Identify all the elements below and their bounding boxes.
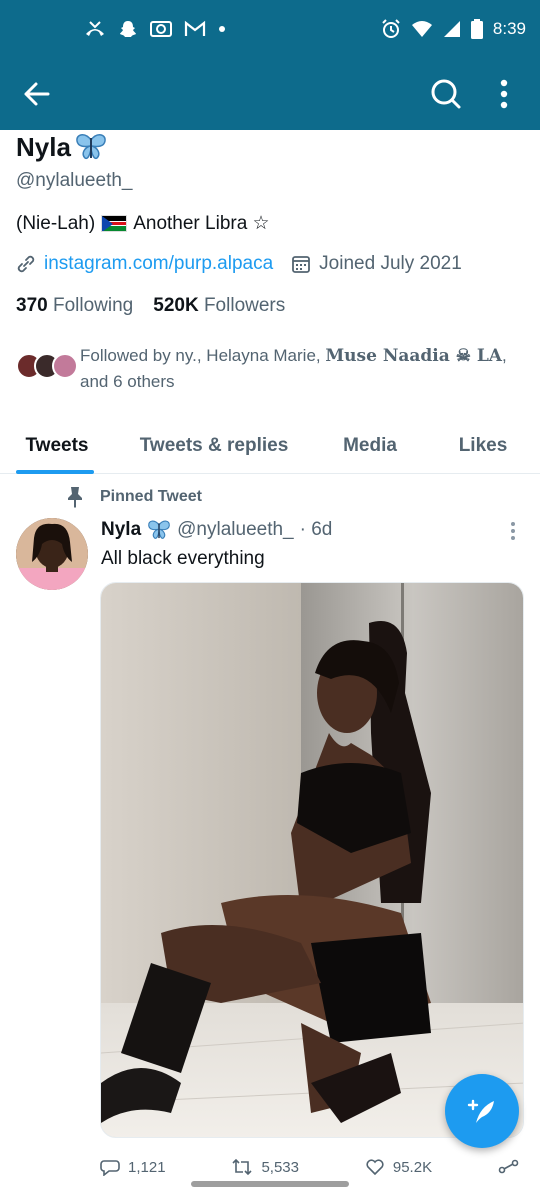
snapchat-icon: [120, 21, 136, 37]
bio-prefix: (Nie-Lah): [16, 212, 96, 234]
profile-handle: @nylalueeth_: [16, 170, 133, 191]
share-icon: [498, 1159, 519, 1174]
profile-name: Nyla: [16, 131, 71, 162]
south-sudan-flag-icon: [101, 215, 128, 232]
tab-tweets-replies[interactable]: Tweets & replies: [114, 418, 314, 474]
calendar-icon: [292, 256, 311, 273]
reply-count: 1,121: [128, 1158, 166, 1176]
reply-icon: [100, 1160, 120, 1176]
heart-icon: [366, 1159, 384, 1176]
dot-icon: [219, 26, 225, 32]
profile-info: Nyla @nylalueeth_ (Nie-Lah) Another Libr…: [16, 130, 526, 395]
back-arrow-icon: [24, 82, 50, 106]
joined-date: Joined July 2021: [319, 253, 462, 274]
tab-label: Tweets: [25, 435, 89, 456]
followed-by-prefix: Followed by ny., Helayna Marie,: [80, 346, 321, 365]
follower-avatars: [16, 353, 78, 379]
retweet-icon: [232, 1158, 253, 1176]
following-count: 370: [16, 295, 48, 316]
followers-label: Followers: [203, 295, 286, 316]
followers-stat[interactable]: 520K Followers: [153, 295, 285, 317]
tweet-actions: 1,121 5,533 95.2K: [100, 1152, 520, 1182]
profile-tabs: Tweets Tweets & replies Media Likes: [0, 418, 540, 474]
tweet-author-name[interactable]: Nyla: [101, 519, 141, 541]
battery-icon: [470, 19, 483, 39]
tweet-photo[interactable]: [100, 582, 524, 1138]
clock: 8:39: [492, 19, 526, 38]
app-bar: [0, 58, 540, 130]
tab-media[interactable]: Media: [314, 418, 426, 474]
following-stat[interactable]: 370 Following: [16, 295, 133, 317]
like-button[interactable]: 95.2K: [365, 1152, 432, 1182]
tweet-text: All black everything: [101, 548, 265, 569]
tweet-header: Nyla @nylalueeth_ · 6d: [101, 519, 332, 541]
tab-tweets[interactable]: Tweets: [0, 418, 114, 474]
active-tab-indicator: [16, 470, 94, 474]
more-options-button[interactable]: [494, 76, 514, 112]
search-icon: [431, 79, 461, 109]
more-vertical-icon: [500, 79, 508, 109]
profile-bio: (Nie-Lah) Another Libra ☆: [16, 212, 526, 235]
followed-by-text: Followed by ny., Helayna Marie, Muse Naa…: [80, 343, 520, 395]
tab-label: Media: [343, 435, 397, 456]
pin-icon: [68, 487, 82, 508]
like-count: 95.2K: [392, 1158, 433, 1176]
signal-icon: [443, 21, 460, 37]
pinned-tweet-label: Pinned Tweet: [66, 486, 202, 508]
camera-icon: [150, 21, 172, 37]
pinned-text: Pinned Tweet: [100, 488, 202, 505]
tweet-author-handle: @nylalueeth_: [177, 519, 294, 540]
photo-content: [101, 583, 523, 1137]
reply-button[interactable]: 1,121: [100, 1152, 166, 1182]
more-vertical-icon: [511, 522, 515, 540]
follow-stats: 370 Following 520K Followers: [16, 295, 526, 317]
butterfly-icon: [148, 520, 170, 539]
tweet-age: · 6d: [299, 519, 333, 540]
alarm-icon: [382, 19, 400, 38]
retweet-button[interactable]: 5,533: [231, 1152, 299, 1182]
followers-count: 520K: [153, 295, 199, 316]
profile-meta: instagram.com/purp.alpaca Joined July 20…: [16, 253, 526, 275]
profile-link[interactable]: instagram.com/purp.alpaca: [44, 253, 273, 275]
butterfly-icon: [76, 134, 106, 160]
following-label: Following: [52, 295, 134, 316]
bio-suffix: Another Libra ☆: [133, 213, 270, 234]
avatar: [52, 353, 78, 379]
tab-likes[interactable]: Likes: [426, 418, 540, 474]
notification-icons: [84, 19, 226, 39]
status-bar: 8:39: [0, 0, 540, 58]
tab-label: Tweets & replies: [139, 435, 289, 456]
tab-label: Likes: [458, 435, 508, 456]
share-button[interactable]: [498, 1152, 520, 1182]
search-button[interactable]: [426, 74, 466, 114]
gmail-icon: [184, 20, 206, 36]
avatar-photo: [16, 518, 88, 590]
tweet-author-avatar[interactable]: [16, 518, 88, 590]
followed-by-serif-name: Muse Naadia ☠ LA: [325, 346, 502, 366]
compose-tweet-button[interactable]: [445, 1074, 519, 1148]
compose-feather-icon: [467, 1099, 494, 1123]
missed-call-icon: [86, 21, 104, 36]
followed-by[interactable]: Followed by ny., Helayna Marie, Muse Naa…: [16, 343, 526, 395]
profile-name-row: Nyla: [16, 130, 526, 164]
home-indicator[interactable]: [191, 1181, 349, 1187]
wifi-icon: [411, 21, 432, 37]
tweet-more-button[interactable]: [506, 520, 520, 542]
link-icon: [17, 255, 35, 273]
retweet-count: 5,533: [261, 1158, 299, 1176]
back-button[interactable]: [18, 78, 54, 110]
system-icons: 8:39: [381, 19, 526, 39]
